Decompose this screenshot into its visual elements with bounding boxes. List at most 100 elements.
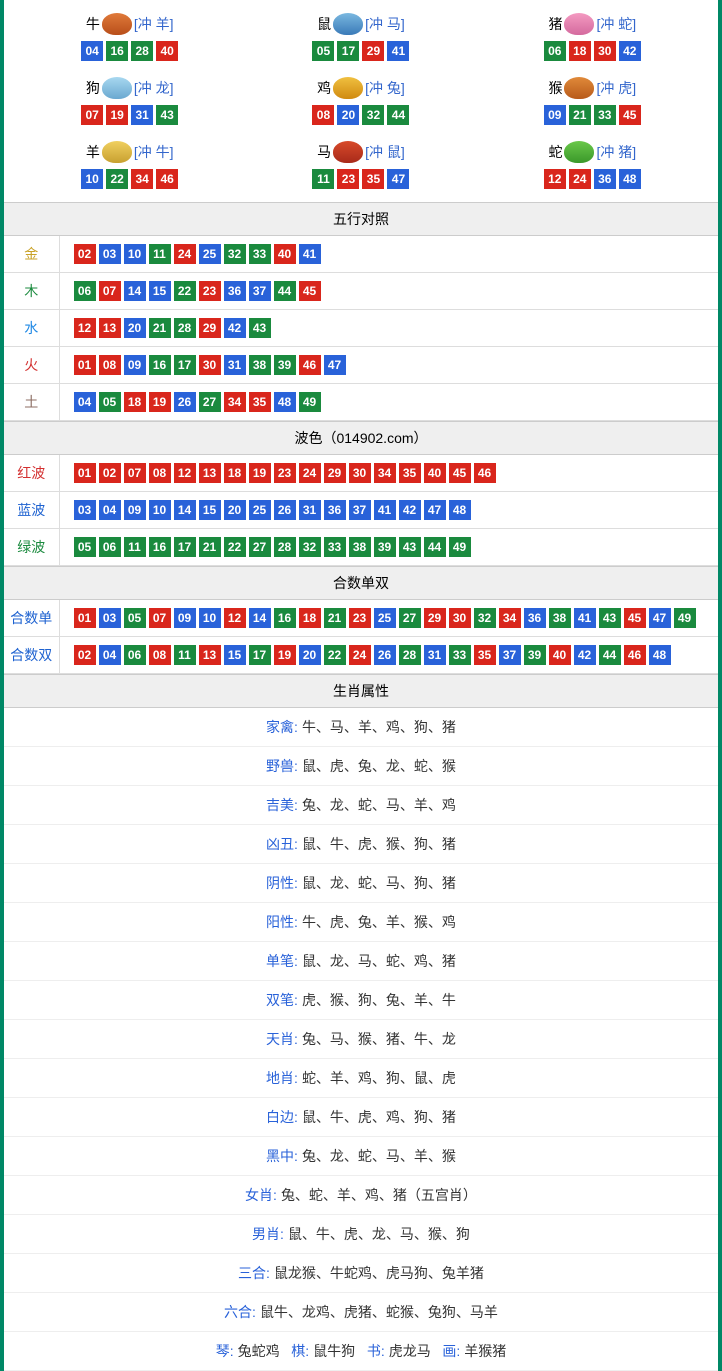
num-ball: 46 (156, 169, 178, 189)
zodiac-animal-icon (102, 141, 132, 163)
row-label: 合数单 (4, 600, 59, 637)
num-ball: 43 (249, 318, 271, 338)
attr-label: 白边: (266, 1109, 298, 1125)
num-ball: 49 (449, 537, 471, 557)
zodiac-animal-icon (564, 13, 594, 35)
num-ball: 06 (544, 41, 566, 61)
table-row: 火0108091617303138394647 (4, 347, 718, 384)
zodiac-conflict: [冲 兔] (365, 78, 405, 98)
zodiac-conflict: [冲 猪] (596, 142, 636, 162)
zodiac-name: 蛇 (548, 142, 562, 162)
attr-value: 鼠龙猴、牛蛇鸡、虎马狗、兔羊猪 (274, 1265, 484, 1281)
zodiac-header: 鼠[冲 马] (250, 13, 471, 35)
num-ball: 15 (199, 500, 221, 520)
num-ball: 48 (449, 500, 471, 520)
attr-label: 三合: (238, 1265, 270, 1281)
zodiac-cell: 羊[冲 牛]10223446 (14, 133, 245, 197)
attr-value: 牛、马、羊、鸡、狗、猪 (302, 719, 456, 735)
attr-row: 家禽:牛、马、羊、鸡、狗、猪 (4, 708, 718, 747)
num-ball: 28 (274, 537, 296, 557)
num-ball: 13 (199, 463, 221, 483)
num-ball: 34 (499, 608, 521, 628)
num-ball: 39 (374, 537, 396, 557)
attr-value: 兔、龙、蛇、马、羊、猴 (302, 1148, 456, 1164)
zodiac-cell: 鼠[冲 马]05172941 (245, 5, 476, 69)
num-ball: 02 (74, 645, 96, 665)
attr-row: 阳性:牛、虎、兔、羊、猴、鸡 (4, 903, 718, 942)
num-ball: 12 (74, 318, 96, 338)
num-ball: 24 (299, 463, 321, 483)
num-ball: 40 (424, 463, 446, 483)
num-ball: 26 (274, 500, 296, 520)
table-row: 红波0102070812131819232429303435404546 (4, 455, 718, 492)
zodiac-animal-icon (333, 141, 363, 163)
num-ball: 04 (99, 500, 121, 520)
zodiac-name: 鸡 (317, 78, 331, 98)
num-ball: 09 (544, 105, 566, 125)
num-ball: 12 (544, 169, 566, 189)
qqsh-key: 书: (367, 1343, 385, 1359)
table-row: 合数单0103050709101214161821232527293032343… (4, 600, 718, 637)
num-ball: 41 (387, 41, 409, 61)
attr-value: 虎、猴、狗、兔、羊、牛 (302, 992, 456, 1008)
num-ball: 16 (106, 41, 128, 61)
zodiac-animal-icon (102, 77, 132, 99)
row-label: 水 (4, 310, 59, 347)
num-ball: 02 (74, 244, 96, 264)
attr-value: 鼠、龙、蛇、马、狗、猪 (302, 875, 456, 891)
num-ball: 22 (224, 537, 246, 557)
num-ball: 09 (124, 355, 146, 375)
num-ball: 13 (99, 318, 121, 338)
num-ball: 37 (499, 645, 521, 665)
num-ball: 44 (424, 537, 446, 557)
num-ball: 36 (594, 169, 616, 189)
num-ball: 23 (274, 463, 296, 483)
num-ball: 33 (449, 645, 471, 665)
heshu-table: 合数单0103050709101214161821232527293032343… (4, 600, 718, 674)
zodiac-animal-icon (102, 13, 132, 35)
num-ball: 45 (449, 463, 471, 483)
zodiac-animal-icon (564, 141, 594, 163)
num-ball: 30 (594, 41, 616, 61)
attr-row: 双笔:虎、猴、狗、兔、羊、牛 (4, 981, 718, 1020)
num-ball: 23 (199, 281, 221, 301)
attr-value: 鼠、牛、虎、猴、狗、猪 (302, 836, 456, 852)
num-ball: 32 (474, 608, 496, 628)
zodiac-num-row: 10223446 (19, 169, 240, 189)
row-nums: 04051819262734354849 (59, 384, 718, 421)
attr-label: 吉美: (266, 797, 298, 813)
num-ball: 20 (124, 318, 146, 338)
num-ball: 47 (649, 608, 671, 628)
num-ball: 10 (199, 608, 221, 628)
num-ball: 03 (74, 500, 96, 520)
num-ball: 30 (349, 463, 371, 483)
attr-row: 地肖:蛇、羊、鸡、狗、鼠、虎 (4, 1059, 718, 1098)
row-label: 金 (4, 236, 59, 273)
qqsh-val: 鼠牛狗 (313, 1343, 355, 1359)
num-ball: 03 (99, 244, 121, 264)
row-nums: 03040910141520252631363741424748 (59, 492, 718, 529)
zodiac-header: 牛[冲 羊] (19, 13, 240, 35)
num-ball: 08 (149, 463, 171, 483)
bottom-qqsh-row: 琴:兔蛇鸡 棋:鼠牛狗 书:虎龙马 画:羊猴猪 (4, 1332, 718, 1371)
num-ball: 20 (224, 500, 246, 520)
zodiac-name: 羊 (86, 142, 100, 162)
row-nums: 02031011242532334041 (59, 236, 718, 273)
attr-label: 地肖: (266, 1070, 298, 1086)
qqsh-val: 虎龙马 (389, 1343, 431, 1359)
num-ball: 04 (74, 392, 96, 412)
num-ball: 11 (312, 169, 334, 189)
num-ball: 44 (274, 281, 296, 301)
zodiac-name: 牛 (86, 14, 100, 34)
num-ball: 40 (156, 41, 178, 61)
attr-value: 兔、马、猴、猪、牛、龙 (302, 1031, 456, 1047)
num-ball: 38 (549, 608, 571, 628)
zodiac-name: 狗 (86, 78, 100, 98)
num-ball: 39 (524, 645, 546, 665)
qqsh-key: 棋: (291, 1343, 309, 1359)
table-row: 绿波05061116172122272832333839434449 (4, 529, 718, 566)
attr-value: 兔、蛇、羊、鸡、猪（五宫肖） (281, 1187, 477, 1203)
num-ball: 41 (574, 608, 596, 628)
num-ball: 11 (149, 244, 171, 264)
zodiac-header: 猴[冲 虎] (482, 77, 703, 99)
